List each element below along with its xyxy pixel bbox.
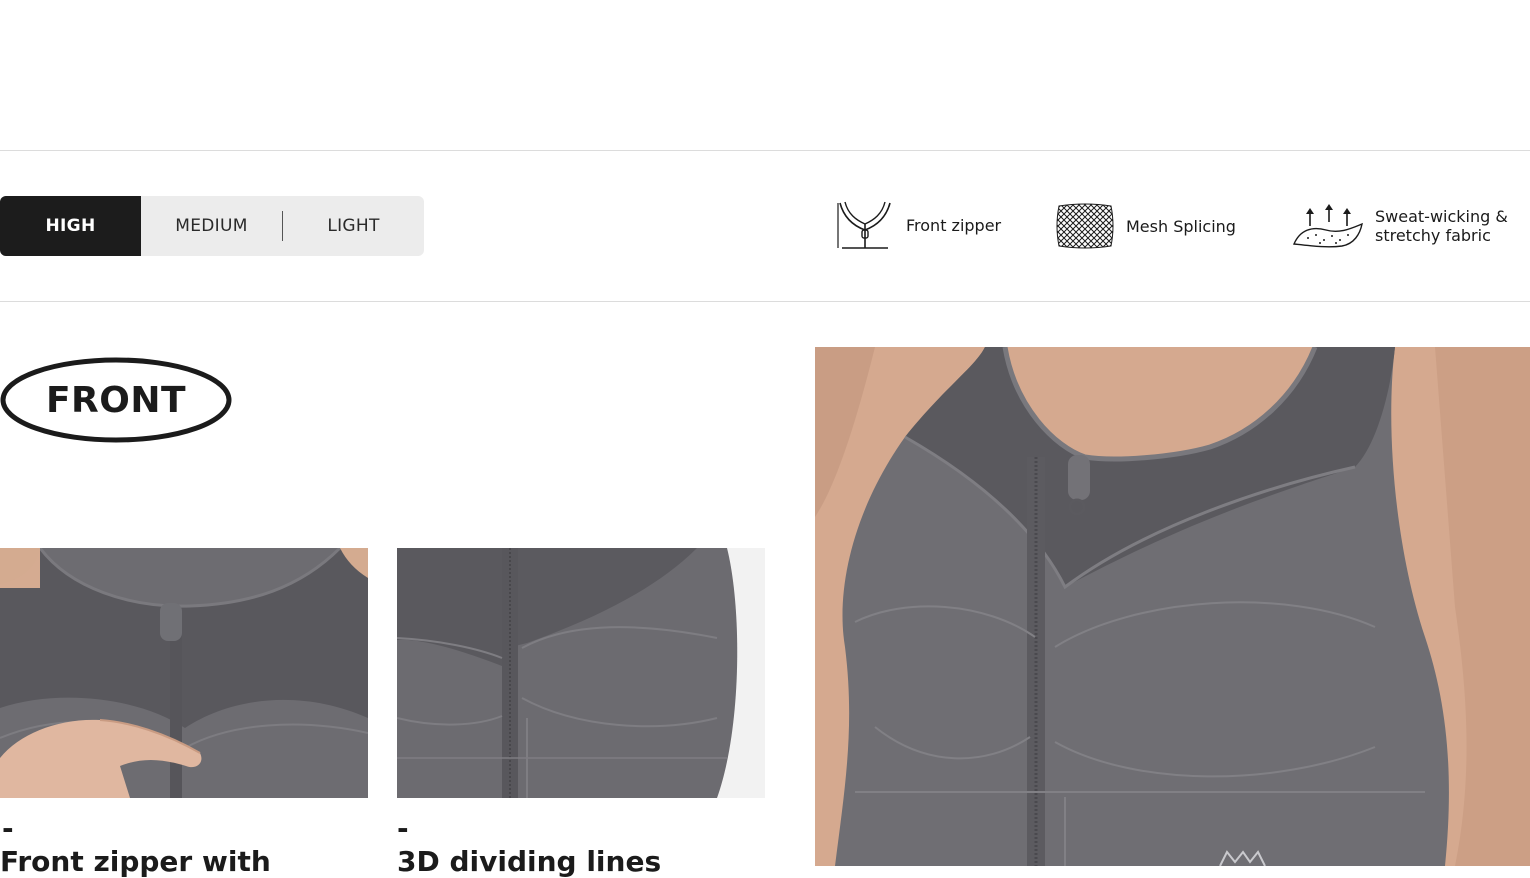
- support-level-light[interactable]: LIGHT: [283, 196, 424, 256]
- support-level-high[interactable]: HIGH: [0, 196, 141, 256]
- detail-dash-2: -: [397, 812, 409, 845]
- main-product-photo: [815, 347, 1530, 866]
- feature-label-mesh-splicing: Mesh Splicing: [1126, 216, 1236, 236]
- support-level-medium[interactable]: MEDIUM: [141, 196, 282, 256]
- sweat-wicking-icon: [1292, 204, 1363, 248]
- feature-label-sweat-line1: Sweat-wicking &: [1375, 207, 1508, 226]
- feature-label-sweat-wicking: Sweat-wicking & stretchy fabric: [1375, 207, 1508, 245]
- feature-sweat-wicking: Sweat-wicking & stretchy fabric: [1292, 204, 1508, 248]
- feature-label-sweat-line2: stretchy fabric: [1375, 226, 1491, 245]
- support-level-toggle: HIGH MEDIUM LIGHT: [0, 196, 424, 256]
- detail-caption-2: 3D dividing lines: [397, 845, 662, 878]
- feature-front-zipper: Front zipper: [834, 200, 1001, 250]
- detail-caption-1: Front zipper with: [0, 845, 271, 878]
- front-badge-label: FRONT: [45, 379, 187, 421]
- top-divider: [0, 150, 1530, 151]
- detail-photo-dividing-lines: [397, 548, 765, 798]
- detail-photo-zipper: [0, 548, 368, 798]
- feature-label-front-zipper: Front zipper: [906, 215, 1002, 235]
- feature-mesh-splicing: Mesh Splicing: [1055, 202, 1236, 250]
- detail-dash-1: -: [2, 812, 14, 845]
- mesh-icon: [1056, 203, 1114, 249]
- features-divider: [0, 301, 1530, 302]
- front-zipper-icon: [837, 201, 891, 249]
